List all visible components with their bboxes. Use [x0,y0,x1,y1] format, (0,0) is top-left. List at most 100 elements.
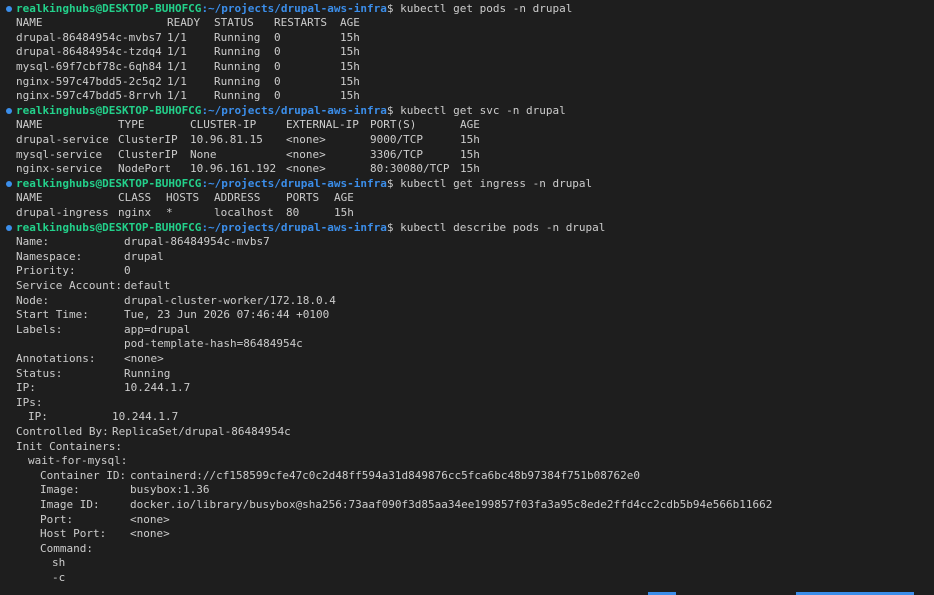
svc-table-cell: 15h [460,162,480,176]
describe-field-value: <none> [124,351,164,365]
pods-table-header-cell: RESTARTS [274,16,327,30]
command-text: kubectl get pods -n drupal [400,1,573,15]
pods-table-cell: 0 [274,89,281,103]
pods-table-cell: 15h [340,59,360,73]
describe-field-label: IP: [16,381,36,395]
prompt-user-host: realkinghubs@DESKTOP-BUHOFCG [16,103,202,117]
svc-table-cell: ClusterIP [118,147,178,161]
describe-field-label: Annotations: [16,351,96,365]
describe-field-value: ReplicaSet/drupal-86484954c [112,424,291,438]
command-status-dot-icon[interactable] [6,107,12,114]
describe-field-value: 10.244.1.7 [124,381,191,395]
prompt-path: :~/projects/drupal-aws-infra [201,103,387,117]
describe-field-value: 0 [124,264,131,278]
ingress-table-header-cell: ADDRESS [214,191,261,205]
describe-field-value: drupal-86484954c-mvbs7 [124,235,270,249]
pods-table-cell: 15h [340,30,360,44]
ingress-table-cell: 80 [286,205,300,219]
describe-field-label: Status: [16,366,63,380]
pods-table-cell: 1/1 [167,45,187,59]
prompt-path: :~/projects/drupal-aws-infra [201,1,387,15]
container-field-label: Command: [40,541,93,555]
command-status-dot-icon[interactable] [6,180,12,187]
svc-table-cell: 3306/TCP [370,147,423,161]
prompt-path: :~/projects/drupal-aws-infra [201,176,387,190]
pods-table-cell: 1/1 [167,74,187,88]
pods-table-cell: Running [214,45,261,59]
svc-table-cell: <none> [286,162,326,176]
describe-field-label: Start Time: [16,308,89,322]
container-field-label: Image ID: [40,497,100,511]
describe-field-label: Namespace: [16,249,83,263]
svc-table-header-cell: NAME [16,118,43,132]
svc-table-cell: 15h [460,132,480,146]
describe-field-value: Tue, 23 Jun 2026 07:46:44 +0100 [124,308,330,322]
container-field-label: Port: [40,512,74,526]
ingress-table-cell: localhost [214,205,274,219]
pods-table-cell: nginx-597c47bdd5-2c5q2 [16,74,162,88]
pods-table-cell: 15h [340,45,360,59]
describe-field-label: Node: [16,293,50,307]
prompt: realkinghubs@DESKTOP-BUHOFCG:~/projects/… [16,221,605,236]
describe-field-label: IPs: [16,395,43,409]
describe-field-label: Controlled By: [16,424,109,438]
svc-table-cell: 10.96.161.192 [190,162,277,176]
pods-table-header-cell: NAME [16,16,43,30]
describe-field-label: wait-for-mysql: [28,454,128,468]
prompt: realkinghubs@DESKTOP-BUHOFCG:~/projects/… [16,177,592,192]
pods-table-cell: 0 [274,30,281,44]
ingress-table-cell: drupal-ingress [16,205,109,219]
ingress-table-header-cell: AGE [334,191,354,205]
describe-field-label: Priority: [16,264,76,278]
describe-field-label: Service Account: [16,278,122,292]
pods-table-cell: 0 [274,74,281,88]
command-text: kubectl get ingress -n drupal [400,176,593,190]
pods-table-cell: Running [214,59,261,73]
svc-table-header-cell: TYPE [118,118,145,132]
svc-table-cell: <none> [286,147,326,161]
svc-table-header-cell: CLUSTER-IP [190,118,257,132]
prompt-user-host: realkinghubs@DESKTOP-BUHOFCG [16,1,202,15]
pods-table-cell: 15h [340,74,360,88]
prompt-symbol: $ [386,176,401,190]
prompt-user-host: realkinghubs@DESKTOP-BUHOFCG [16,176,202,190]
ingress-table-header-cell: HOSTS [166,191,200,205]
svc-table-cell: 15h [460,147,480,161]
svc-table-header-cell: PORT(S) [370,118,417,132]
svc-table-cell: NodePort [118,162,171,176]
prompt: realkinghubs@DESKTOP-BUHOFCG:~/projects/… [16,2,572,17]
pods-table-cell: Running [214,74,261,88]
pods-table-cell: 0 [274,45,281,59]
pods-table-cell: mysql-69f7cbf78c-6qh84 [16,59,162,73]
pods-table-cell: Running [214,89,261,103]
pods-table-cell: 1/1 [167,59,187,73]
pods-table-cell: drupal-86484954c-tzdq4 [16,45,162,59]
container-field-value: <none> [130,512,170,526]
command-status-dot-icon[interactable] [6,224,12,231]
describe-field-value: 10.244.1.7 [112,410,179,424]
pods-table-cell: 1/1 [167,30,187,44]
prompt: realkinghubs@DESKTOP-BUHOFCG:~/projects/… [16,104,566,119]
container-field-label: Container ID: [40,468,127,482]
command-status-dot-icon[interactable] [6,5,12,12]
describe-field-value: pod-template-hash=86484954c [124,337,303,351]
describe-field-value: app=drupal [124,322,191,336]
pods-table-header-cell: STATUS [214,16,254,30]
prompt-symbol: $ [386,103,401,117]
prompt-symbol: $ [386,220,401,234]
describe-field-label: IP: [28,410,48,424]
ingress-table-header-cell: NAME [16,191,43,205]
svc-table-header-cell: EXTERNAL-IP [286,118,359,132]
describe-field-value: drupal [124,249,164,263]
describe-field-value: default [124,278,171,292]
container-field-value: <none> [130,527,170,541]
container-field-value: docker.io/library/busybox@sha256:73aaf09… [130,497,773,511]
svc-table-cell: 9000/TCP [370,132,423,146]
describe-field-value: Running [124,366,171,380]
command-text: kubectl describe pods -n drupal [400,220,606,234]
describe-field-value: drupal-cluster-worker/172.18.0.4 [124,293,336,307]
terminal-window[interactable]: realkinghubs@DESKTOP-BUHOFCG:~/projects/… [0,0,934,595]
container-command-arg-text: sh [52,556,66,570]
svc-table-cell: <none> [286,132,326,146]
pods-table-header-cell: READY [167,16,201,30]
